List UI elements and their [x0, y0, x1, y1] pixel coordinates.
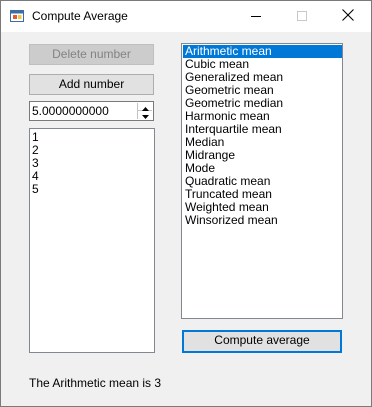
list-item[interactable]: 5	[30, 183, 154, 196]
maximize-button[interactable]	[279, 1, 325, 32]
close-button[interactable]	[325, 1, 371, 32]
list-item[interactable]: 3	[30, 157, 154, 170]
minimize-button[interactable]	[233, 1, 279, 32]
list-item[interactable]: 2	[30, 144, 154, 157]
numbers-list[interactable]: 12345	[29, 128, 155, 353]
title-bar[interactable]: Compute Average	[1, 1, 371, 32]
list-item[interactable]: 4	[30, 170, 154, 183]
maximize-icon	[297, 10, 307, 24]
number-input-stepper[interactable]: 5.0000000000	[29, 101, 154, 121]
stepper-buttons	[137, 103, 152, 119]
close-icon	[342, 9, 354, 24]
delete-number-button[interactable]: Delete number	[29, 44, 154, 65]
chevron-down-icon	[141, 108, 149, 122]
window-title: Compute Average	[32, 9, 128, 23]
minimize-icon	[251, 10, 261, 24]
result-label: The Arithmetic mean is 3	[29, 376, 162, 390]
stepper-down-button[interactable]	[138, 111, 152, 119]
list-item[interactable]: 1	[30, 131, 154, 144]
compute-average-window: Compute Average Delete number Add number…	[0, 0, 372, 407]
compute-average-button[interactable]: Compute average	[182, 330, 342, 353]
list-item[interactable]: Winsorized mean	[183, 214, 342, 227]
number-input-value[interactable]: 5.0000000000	[32, 104, 109, 118]
app-window-icon	[10, 9, 25, 24]
add-number-button[interactable]: Add number	[29, 74, 154, 95]
mean-type-list[interactable]: Arithmetic mean Cubic mean Generalized mea…	[181, 43, 343, 319]
